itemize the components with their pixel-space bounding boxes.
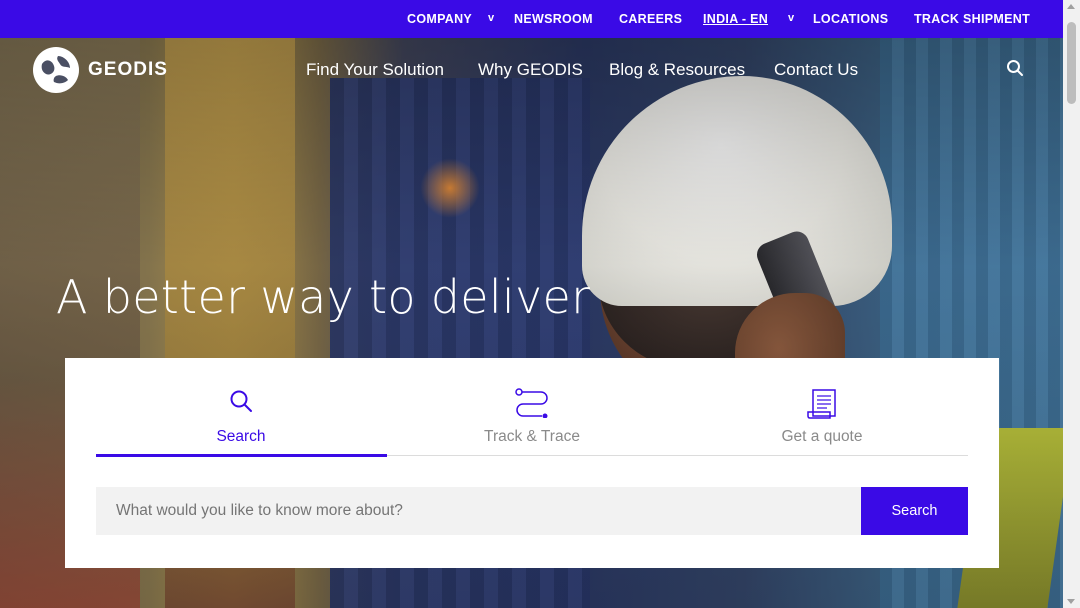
page-scrollbar[interactable] bbox=[1063, 0, 1080, 608]
nav-find-your-solution[interactable]: Find Your Solution bbox=[306, 58, 444, 82]
search-icon bbox=[230, 390, 252, 412]
search-button[interactable]: Search bbox=[861, 487, 968, 535]
search-input[interactable] bbox=[96, 487, 861, 535]
careers-label: CAREERS bbox=[619, 12, 683, 26]
tab-label: Track & Trace bbox=[484, 428, 580, 445]
nav-label: Find Your Solution bbox=[306, 60, 444, 79]
tab-label: Get a quote bbox=[781, 428, 863, 445]
company-chevron-icon[interactable]: v bbox=[488, 12, 494, 24]
nav-label: Why GEODIS bbox=[478, 60, 583, 79]
scrollbar-thumb[interactable] bbox=[1067, 22, 1076, 104]
careers-link[interactable]: CAREERS bbox=[619, 0, 682, 38]
scroll-down-icon[interactable] bbox=[1067, 599, 1075, 604]
nav-why-geodis[interactable]: Why GEODIS bbox=[478, 58, 583, 82]
region-selector[interactable]: INDIA - EN bbox=[703, 0, 768, 38]
search-icon[interactable] bbox=[1005, 58, 1025, 78]
nav-blog-resources[interactable]: Blog & Resources bbox=[609, 58, 745, 82]
nav-label: Blog & Resources bbox=[609, 60, 746, 79]
hero-headline: A better way to deliver bbox=[56, 270, 591, 324]
tab-track-trace[interactable]: Track & Trace bbox=[387, 358, 677, 456]
route-icon bbox=[515, 388, 548, 418]
region-chevron-icon[interactable]: v bbox=[788, 12, 794, 24]
track-shipment-link[interactable]: TRACK SHIPMENT bbox=[914, 0, 1030, 38]
nav-label: Contact Us bbox=[774, 60, 859, 79]
brand-name: GEODIS bbox=[88, 59, 168, 80]
tab-label: Search bbox=[216, 428, 266, 445]
company-label: COMPANY bbox=[407, 12, 473, 26]
newsroom-label: NEWSROOM bbox=[514, 12, 593, 26]
tab-get-quote[interactable]: Get a quote bbox=[677, 358, 967, 456]
nav-contact-us[interactable]: Contact Us bbox=[774, 58, 858, 82]
geodis-logo[interactable]: GEODIS bbox=[32, 46, 168, 94]
locations-label: LOCATIONS bbox=[813, 12, 889, 26]
track-shipment-label: TRACK SHIPMENT bbox=[914, 12, 1031, 26]
tab-search[interactable]: Search bbox=[96, 358, 386, 456]
active-tab-indicator bbox=[96, 454, 387, 457]
service-widget: Search Track & Trace Get a quote Search bbox=[65, 358, 999, 568]
globe-logo-icon bbox=[33, 47, 79, 93]
utility-bar: COMPANY v NEWSROOM CAREERS INDIA - EN v … bbox=[0, 0, 1063, 38]
locations-link[interactable]: LOCATIONS bbox=[813, 0, 888, 38]
company-menu[interactable]: COMPANY bbox=[407, 0, 472, 38]
document-icon bbox=[807, 389, 836, 419]
newsroom-link[interactable]: NEWSROOM bbox=[514, 0, 593, 38]
scroll-up-icon[interactable] bbox=[1067, 4, 1075, 9]
region-label: INDIA - EN bbox=[703, 12, 769, 26]
